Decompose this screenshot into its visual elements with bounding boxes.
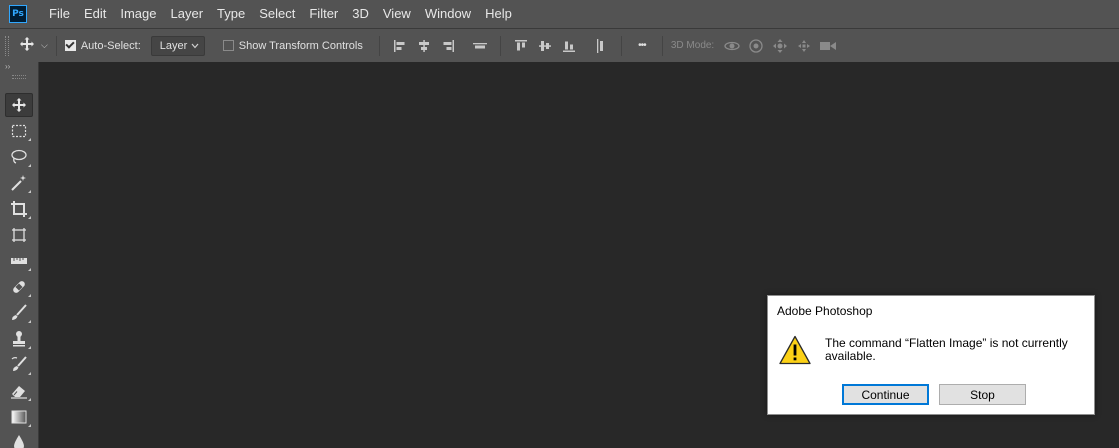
roll-icon [749,38,763,53]
align-bottom-icon [562,41,575,52]
align-horizontal-centers-button[interactable] [412,35,436,57]
stamp-icon [13,331,25,347]
frame-icon [12,228,26,242]
align-left-edges-button[interactable] [388,35,412,57]
blur-tool[interactable] [5,431,33,448]
dialog-message: The command “Flatten Image” is not curre… [825,336,1068,363]
tools-panel: ›› [0,62,39,448]
menu-bar: Ps File Edit Image Layer Type Select Fil… [0,0,1119,28]
checkbox-unchecked-icon [222,40,234,51]
history-brush-tool[interactable] [5,353,33,377]
pan-icon [773,38,788,53]
orbit-icon [724,41,740,50]
rectangular-marquee-icon [11,124,27,138]
distribute-horizontal-icon [596,38,603,53]
slide-icon [798,39,811,52]
photoshop-logo: Ps [9,5,27,23]
magic-wand-tool[interactable] [5,171,33,195]
align-horizontal-center-icon [418,39,429,52]
auto-select-target-dropdown[interactable]: Layer [150,35,205,56]
crop-tool[interactable] [5,197,33,221]
lasso-icon [11,149,27,164]
dialog-title: Adobe Photoshop [777,304,873,318]
clone-stamp-tool[interactable] [5,327,33,351]
history-brush-icon [11,356,27,371]
auto-select-checkbox[interactable]: Auto-Select: [64,39,141,52]
menu-3d[interactable]: 3D [345,0,376,28]
magic-wand-icon [11,175,26,191]
chevron-down-icon [191,43,199,48]
warning-icon [779,335,811,370]
spot-healing-tool[interactable] [5,275,33,299]
distribute-vertical-button[interactable] [468,35,492,57]
separator [55,35,57,56]
stop-button[interactable]: Stop [939,384,1026,405]
menu-layer[interactable]: Layer [164,0,211,28]
align-vertical-centers-button[interactable] [533,35,557,57]
3d-orbit-button[interactable] [720,35,744,57]
3d-scale-button[interactable] [816,35,840,57]
menu-window[interactable]: Window [418,0,478,28]
more-options-button[interactable]: ••• [630,35,654,57]
distribute-horizontal-button[interactable] [589,35,613,57]
menu-filter[interactable]: Filter [302,0,345,28]
gradient-tool[interactable] [5,405,33,429]
ruler-tool[interactable] [5,249,33,273]
brush-icon [12,304,27,320]
show-transform-controls-label: Show Transform Controls [238,39,363,52]
align-right-icon [443,39,454,52]
frame-tool[interactable] [5,223,33,247]
auto-select-label: Auto-Select: [80,39,141,52]
move-icon [12,98,26,112]
menu-edit[interactable]: Edit [77,0,113,28]
align-top-icon [514,39,527,50]
video-camera-icon [820,41,837,50]
menu-select[interactable]: Select [252,0,302,28]
menu-help[interactable]: Help [478,0,519,28]
separator [620,35,622,56]
3d-roll-button[interactable] [744,35,768,57]
lasso-tool[interactable] [5,145,33,169]
move-tool[interactable] [5,93,33,117]
3d-mode-label: 3D Mode: [670,40,715,51]
bandage-icon [13,281,25,293]
align-right-edges-button[interactable] [436,35,460,57]
separator [499,35,501,56]
tool-preset-picker[interactable]: ⌵ [19,36,48,55]
move-icon [19,36,35,55]
align-top-edges-button[interactable] [509,35,533,57]
auto-select-target-value: Layer [159,39,188,52]
eraser-icon [11,386,27,399]
brush-tool[interactable] [5,301,33,325]
show-transform-controls-checkbox[interactable]: Show Transform Controls [222,39,363,52]
continue-button[interactable]: Continue [842,384,929,405]
menu-type[interactable]: Type [210,0,252,28]
3d-pan-button[interactable] [768,35,792,57]
more-options-icon: ••• [638,40,646,51]
3d-slide-button[interactable] [792,35,816,57]
menu-file[interactable]: File [42,0,77,28]
panel-grip[interactable] [12,75,26,79]
rectangular-marquee-tool[interactable] [5,119,33,143]
chevron-down-icon: ⌵ [41,40,48,50]
options-bar-grip[interactable] [5,35,9,56]
crop-icon [11,201,27,217]
ruler-icon [11,258,27,264]
separator [661,35,663,56]
eraser-tool[interactable] [5,379,33,403]
options-bar: ⌵ Auto-Select: Layer Show Transform Cont… [0,28,1119,62]
align-bottom-edges-button[interactable] [557,35,581,57]
checkbox-checked-icon [64,40,76,51]
separator [378,35,380,56]
distribute-icon [472,42,487,48]
menu-image[interactable]: Image [113,0,163,28]
alert-dialog: Adobe Photoshop The command “Flatten Ima… [767,295,1095,415]
align-vertical-center-icon [538,40,551,51]
water-drop-icon [14,435,24,448]
align-left-icon [393,39,405,52]
collapse-panel-button[interactable]: ›› [0,62,38,72]
menu-view[interactable]: View [376,0,418,28]
gradient-icon [11,410,27,424]
